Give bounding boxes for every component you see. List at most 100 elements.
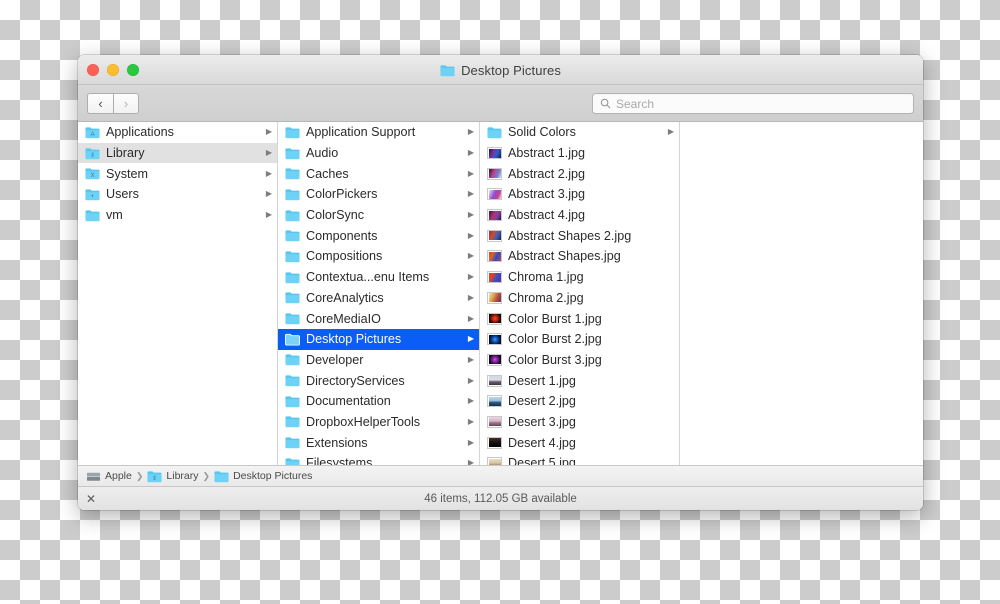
svg-text:•: • — [91, 193, 93, 200]
list-item[interactable]: CoreAnalytics ▶ — [278, 288, 479, 309]
svg-text:‖: ‖ — [154, 475, 157, 482]
list-item[interactable]: Desert 3.jpg — [480, 412, 679, 433]
list-item[interactable]: A Applications ▶ — [78, 122, 277, 143]
chevron-right-icon: ▶ — [467, 437, 474, 447]
list-item[interactable]: DirectoryServices ▶ — [278, 370, 479, 391]
chevron-right-icon: ▶ — [467, 458, 474, 465]
list-item[interactable]: Compositions ▶ — [278, 246, 479, 267]
list-item[interactable]: Abstract 4.jpg — [480, 205, 679, 226]
list-item[interactable]: Abstract 2.jpg — [480, 163, 679, 184]
list-item[interactable]: Desert 2.jpg — [480, 391, 679, 412]
navigation-buttons: ‹ › — [87, 92, 139, 114]
list-item-label: Components — [306, 228, 378, 243]
chevron-right-icon: ▶ — [265, 189, 272, 199]
folder-icon — [285, 292, 300, 304]
column-3[interactable]: Solid Colors ▶ Abstract 1.jpg Abstract 2.jp… — [480, 122, 680, 465]
list-item[interactable]: vm ▶ — [78, 205, 277, 226]
image-thumbnail-icon — [487, 188, 502, 201]
close-button[interactable] — [87, 64, 99, 76]
list-item[interactable]: Caches ▶ — [278, 163, 479, 184]
minimize-button[interactable] — [107, 64, 119, 76]
list-item[interactable]: Abstract Shapes 2.jpg — [480, 225, 679, 246]
list-item[interactable]: ColorPickers ▶ — [278, 184, 479, 205]
list-item[interactable]: Color Burst 2.jpg — [480, 329, 679, 350]
chevron-right-icon: ▶ — [467, 127, 474, 137]
list-item[interactable]: Developer ▶ — [278, 350, 479, 371]
chevron-right-icon: ▶ — [265, 127, 272, 137]
search-placeholder: Search — [616, 96, 655, 111]
list-item-label: System — [106, 166, 148, 181]
folder-icon: ‖ — [85, 147, 100, 159]
list-item-label: Abstract 4.jpg — [508, 208, 586, 223]
list-item-label: DirectoryServices — [306, 373, 405, 388]
breadcrumb-item-label: Library — [166, 470, 199, 482]
list-item[interactable]: Chroma 2.jpg — [480, 288, 679, 309]
list-item[interactable]: Chroma 1.jpg — [480, 267, 679, 288]
list-item[interactable]: Abstract Shapes.jpg — [480, 246, 679, 267]
list-item[interactable]: Contextua...enu Items ▶ — [278, 267, 479, 288]
list-item[interactable]: Application Support ▶ — [278, 122, 479, 143]
folder-icon: • — [85, 189, 100, 201]
folder-icon — [285, 437, 300, 449]
column-2[interactable]: Application Support ▶ Audio ▶ Caches ▶ ColorPi… — [278, 122, 480, 465]
folder-icon — [440, 64, 455, 76]
list-item[interactable]: X System ▶ — [78, 163, 277, 184]
folder-icon — [214, 470, 229, 482]
list-item[interactable]: Color Burst 3.jpg — [480, 350, 679, 371]
search-field[interactable]: Search — [592, 93, 914, 114]
list-item[interactable]: Extensions ▶ — [278, 432, 479, 453]
list-item[interactable]: Desert 1.jpg — [480, 370, 679, 391]
breadcrumb[interactable]: Apple ❯ ‖ Library ❯ Desktop Pictures — [78, 465, 923, 486]
breadcrumb-separator-icon: ❯ — [202, 470, 211, 481]
column-4-preview[interactable] — [680, 122, 923, 465]
list-item[interactable]: Abstract 1.jpg — [480, 143, 679, 164]
list-item[interactable]: Components ▶ — [278, 225, 479, 246]
image-thumbnail-icon — [487, 457, 502, 465]
list-item[interactable]: Desktop Pictures ▶ — [278, 328, 479, 350]
list-item-label: Color Burst 3.jpg — [508, 352, 602, 367]
list-item-label: Desert 1.jpg — [508, 373, 576, 388]
image-thumbnail-icon — [487, 167, 502, 180]
title-bar[interactable]: Desktop Pictures — [78, 55, 923, 85]
list-item[interactable]: ColorSync ▶ — [278, 205, 479, 226]
list-item-label: Filesystems — [306, 456, 373, 465]
list-item[interactable]: ‖ Library ▶ — [78, 142, 277, 164]
image-thumbnail-icon — [487, 436, 502, 449]
folder-icon — [285, 168, 300, 180]
list-item[interactable]: Solid Colors ▶ — [480, 122, 679, 143]
list-item[interactable]: Filesystems ▶ — [278, 453, 479, 465]
list-item[interactable]: DropboxHelperTools ▶ — [278, 412, 479, 433]
cut-icon[interactable]: ✕ — [86, 493, 96, 505]
breadcrumb-item[interactable]: ‖ Library — [147, 470, 199, 483]
list-item[interactable]: Desert 4.jpg — [480, 432, 679, 453]
breadcrumb-item[interactable]: Apple — [86, 470, 132, 483]
folder-icon — [285, 313, 300, 325]
folder-icon — [285, 230, 300, 242]
image-thumbnail-icon — [487, 147, 502, 160]
maximize-button[interactable] — [127, 64, 139, 76]
list-item[interactable]: CoreMediaIO ▶ — [278, 308, 479, 329]
list-item-label: Desert 2.jpg — [508, 394, 576, 409]
image-thumbnail-icon — [487, 395, 502, 408]
chevron-right-icon: ▶ — [467, 396, 474, 406]
list-item-label: Desktop Pictures — [306, 332, 402, 347]
list-item[interactable]: Desert 5.jpg — [480, 453, 679, 465]
forward-button[interactable]: › — [113, 92, 139, 114]
list-item[interactable]: Abstract 3.jpg — [480, 184, 679, 205]
back-button[interactable]: ‹ — [87, 92, 113, 114]
folder-icon — [285, 333, 300, 346]
list-item[interactable]: Color Burst 1.jpg — [480, 308, 679, 329]
image-thumbnail-icon — [487, 333, 502, 346]
chevron-right-icon: ▶ — [265, 148, 272, 158]
disk-icon — [86, 472, 101, 481]
svg-text:‖: ‖ — [91, 152, 94, 159]
window-title-text: Desktop Pictures — [461, 62, 561, 78]
chevron-right-icon: ▶ — [467, 210, 474, 220]
column-1[interactable]: A Applications ▶ ‖ Library ▶ X System ▶ • Users ▶ vm… — [78, 122, 278, 465]
list-item[interactable]: Documentation ▶ — [278, 391, 479, 412]
list-item[interactable]: Audio ▶ — [278, 143, 479, 164]
list-item-label: Solid Colors — [508, 125, 576, 140]
folder-icon — [285, 272, 300, 283]
breadcrumb-item[interactable]: Desktop Pictures — [214, 470, 312, 483]
list-item[interactable]: • Users ▶ — [78, 184, 277, 205]
